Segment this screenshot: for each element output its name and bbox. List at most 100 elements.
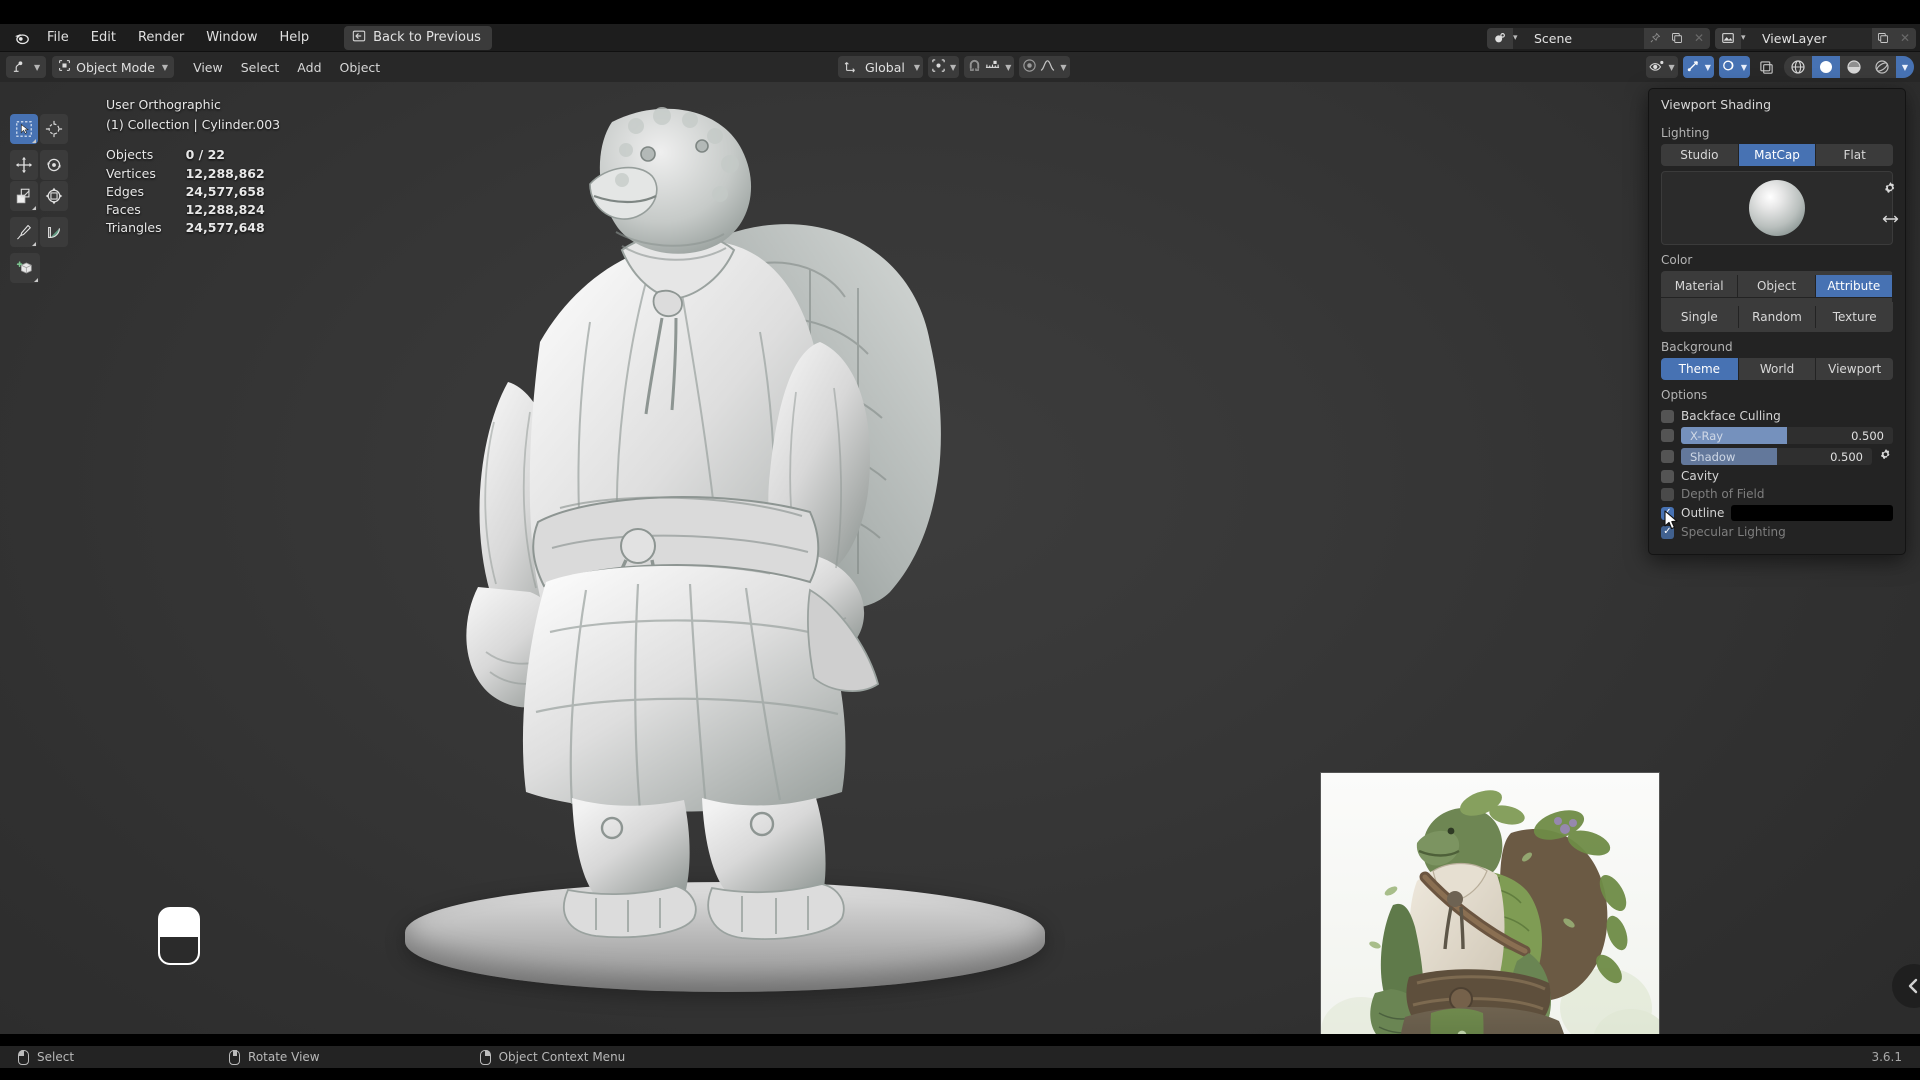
option-shadow[interactable]: Shadow 0.500 — [1661, 447, 1893, 466]
object-visibility-dropdown[interactable]: ▼ — [1645, 56, 1678, 78]
shading-material-button[interactable] — [1840, 56, 1868, 78]
depth-of-field-checkbox[interactable] — [1661, 487, 1674, 501]
tool-rotate[interactable] — [40, 150, 68, 180]
flip-horizontal-icon[interactable] — [1882, 213, 1899, 228]
shading-solid-button[interactable] — [1812, 56, 1840, 78]
lighting-option-studio[interactable]: Studio — [1661, 144, 1739, 166]
viewport-menu-select[interactable]: Select — [232, 58, 289, 77]
matcap-preview[interactable] — [1661, 171, 1893, 245]
gear-icon[interactable] — [1883, 181, 1898, 199]
tool-cursor[interactable] — [40, 114, 68, 144]
color-option-attribute[interactable]: Attribute — [1815, 275, 1892, 298]
back-to-previous-button[interactable]: Back to Previous — [344, 25, 492, 50]
backface-culling-checkbox[interactable] — [1661, 409, 1674, 423]
shadow-slider[interactable]: Shadow 0.500 — [1681, 448, 1872, 465]
tool-add-cube[interactable] — [10, 253, 40, 283]
menu-render[interactable]: Render — [127, 27, 195, 48]
chevron-down-icon[interactable]: ▼ — [1705, 63, 1711, 72]
tool-transform[interactable] — [40, 181, 68, 211]
view-layer-selector[interactable]: ▾ ViewLayer ✕ — [1715, 27, 1916, 49]
proportional-editing-controls[interactable]: ▼ — [1019, 56, 1070, 78]
lighting-option-flat[interactable]: Flat — [1816, 144, 1893, 166]
cavity-checkbox[interactable] — [1661, 469, 1674, 483]
background-option-viewport[interactable]: Viewport — [1816, 358, 1893, 380]
viewport-shading-popover[interactable]: Viewport Shading Lighting Studio MatCap … — [1648, 88, 1906, 555]
transform-orientation-dropdown[interactable]: Global ▼ — [838, 56, 924, 78]
color-option-object[interactable]: Object — [1738, 275, 1816, 298]
statistics-table: Objects 0 / 22 Vertices 12,288,862 Edges… — [106, 146, 265, 237]
shading-wireframe-button[interactable] — [1784, 56, 1812, 78]
shading-rendered-button[interactable] — [1868, 56, 1896, 78]
transform-orientation-label: Global — [865, 59, 905, 75]
gizmo-toggle[interactable]: ▼ — [1682, 56, 1714, 78]
proportional-edit-icon[interactable] — [1022, 58, 1037, 76]
menu-window[interactable]: Window — [195, 27, 268, 48]
color-option-random[interactable]: Random — [1738, 306, 1817, 328]
snap-controls[interactable]: ▼ — [964, 56, 1015, 78]
blender-logo-icon[interactable] — [6, 24, 36, 52]
color-option-material[interactable]: Material — [1661, 275, 1739, 298]
tool-expand-corner — [32, 139, 36, 143]
scene-selector[interactable]: ▾ Scene ✕ — [1487, 27, 1710, 49]
proportional-falloff-icon[interactable] — [1039, 58, 1056, 76]
shadow-checkbox[interactable] — [1661, 450, 1674, 463]
option-specular-lighting[interactable]: ✓ Specular Lighting — [1661, 524, 1893, 540]
overlays-toggle[interactable]: ▼ — [1718, 56, 1750, 78]
color-option-texture[interactable]: Texture — [1816, 306, 1893, 328]
background-option-world[interactable]: World — [1738, 358, 1817, 380]
snap-increment-icon[interactable] — [984, 58, 1001, 76]
new-view-layer-button[interactable] — [1872, 27, 1894, 49]
gear-icon[interactable] — [1879, 448, 1893, 465]
viewport-menu-view[interactable]: View — [184, 58, 232, 77]
toggle-xray-button[interactable] — [1754, 56, 1779, 78]
xray-checkbox[interactable] — [1661, 429, 1674, 442]
lighting-options: Studio MatCap Flat — [1661, 144, 1893, 166]
scene-name[interactable]: Scene — [1526, 27, 1644, 49]
option-backface-culling[interactable]: Backface Culling — [1661, 408, 1893, 424]
tool-measure[interactable] — [40, 217, 68, 247]
tool-select-box[interactable] — [10, 114, 38, 144]
tool-annotate[interactable] — [10, 217, 38, 247]
chevron-down-icon[interactable]: ▼ — [1060, 63, 1066, 72]
orientation-icon — [841, 59, 858, 76]
outline-color-swatch[interactable] — [1731, 505, 1893, 521]
snap-magnet-icon[interactable] — [967, 58, 982, 76]
reference-image-panel[interactable] — [1320, 772, 1660, 1034]
sculpt-model-turtle-warrior[interactable] — [390, 92, 1070, 1022]
pivot-point-dropdown[interactable]: ▼ — [928, 56, 960, 78]
object-mode-dropdown[interactable]: Object Mode ▼ — [52, 56, 175, 78]
pin-icon[interactable] — [1644, 27, 1666, 49]
viewport-menu-object[interactable]: Object — [331, 58, 390, 77]
chevron-down-icon[interactable]: ▾ — [1513, 33, 1526, 43]
lighting-option-matcap[interactable]: MatCap — [1738, 144, 1817, 166]
unlink-scene-button[interactable]: ✕ — [1688, 27, 1710, 49]
chevron-down-icon[interactable]: ▼ — [914, 63, 920, 72]
menu-edit[interactable]: Edit — [80, 27, 127, 48]
option-cavity[interactable]: Cavity — [1661, 468, 1893, 484]
shading-popover-toggle[interactable]: ▼ — [1896, 56, 1914, 78]
navigation-gizmo-partial[interactable] — [1892, 964, 1920, 1008]
menu-file[interactable]: File — [36, 27, 80, 48]
viewport-overlay-capsule[interactable] — [158, 907, 200, 965]
xray-slider[interactable]: X-Ray 0.500 — [1681, 427, 1893, 444]
xray-value: 0.500 — [1851, 428, 1884, 443]
chevron-down-icon[interactable]: ▼ — [1669, 63, 1675, 72]
chevron-down-icon[interactable]: ▼ — [1005, 63, 1011, 72]
viewport-menu-add[interactable]: Add — [288, 58, 330, 77]
tool-move[interactable] — [10, 150, 38, 180]
view-layer-name[interactable]: ViewLayer — [1754, 27, 1872, 49]
option-depth-of-field[interactable]: Depth of Field — [1661, 486, 1893, 502]
3d-viewport[interactable]: User Orthographic (1) Collection | Cylin… — [0, 82, 1920, 1034]
option-xray[interactable]: X-Ray 0.500 — [1661, 426, 1893, 445]
chevron-down-icon[interactable]: ▾ — [1741, 33, 1754, 43]
option-outline[interactable]: ✓ Outline — [1661, 504, 1893, 522]
tool-scale[interactable] — [10, 181, 38, 211]
menu-help[interactable]: Help — [269, 27, 321, 48]
chevron-down-icon[interactable]: ▼ — [1741, 63, 1747, 72]
remove-view-layer-button[interactable]: ✕ — [1894, 27, 1916, 49]
chevron-down-icon[interactable]: ▼ — [950, 63, 956, 72]
editor-type-3dview-icon[interactable]: ▼ — [6, 56, 47, 78]
color-option-single[interactable]: Single — [1661, 306, 1739, 328]
new-scene-button[interactable] — [1666, 27, 1688, 49]
background-option-theme[interactable]: Theme — [1661, 358, 1739, 380]
